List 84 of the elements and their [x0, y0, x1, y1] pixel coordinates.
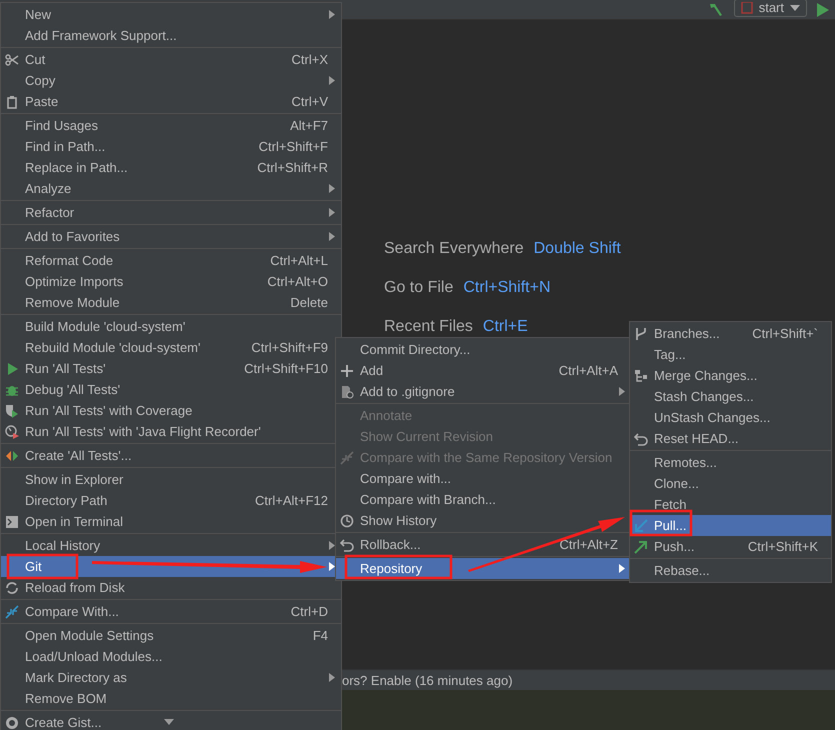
menu-item[interactable]: Remove BOM: [1, 688, 341, 709]
menu-item[interactable]: Reformat Code Ctrl+Alt+L: [1, 250, 341, 271]
scroll-down-icon[interactable]: [164, 719, 174, 725]
menu-item[interactable]: Commit Directory...: [336, 339, 631, 360]
hammer-icon[interactable]: [708, 2, 724, 16]
menu-item[interactable]: Open Module Settings F4: [1, 625, 341, 646]
menu-item[interactable]: Refactor: [1, 202, 341, 223]
menu-item[interactable]: Compare With... Ctrl+D: [1, 601, 341, 622]
branch-icon: [634, 326, 648, 340]
menu-item[interactable]: Build Module 'cloud-system': [1, 316, 341, 337]
submenu-arrow-icon: [329, 208, 335, 217]
submenu-arrow-icon: [329, 76, 335, 85]
menu-item[interactable]: Create 'All Tests'...: [1, 445, 341, 466]
compare-icon: [340, 450, 354, 464]
arrows-icon: [5, 448, 19, 462]
run-configuration-dropdown[interactable]: start: [734, 0, 807, 16]
reload-icon: [5, 580, 19, 594]
menu-item[interactable]: Reset HEAD...: [630, 428, 831, 449]
menu-item[interactable]: Tag...: [630, 344, 831, 365]
gauge-icon: [5, 424, 19, 438]
menu-item[interactable]: Cut Ctrl+X: [1, 49, 341, 70]
menu-item[interactable]: Find in Path... Ctrl+Shift+F: [1, 136, 341, 157]
menu-item[interactable]: Reload from Disk: [1, 577, 341, 598]
menu-item[interactable]: Copy: [1, 70, 341, 91]
highlight-frame: [6, 554, 78, 580]
hint-action: Recent Files: [384, 318, 473, 336]
hint-shortcut: Ctrl+Shift+N: [463, 279, 550, 297]
menu-item[interactable]: Compare with...: [336, 468, 631, 489]
menu-item[interactable]: Create Gist...: [1, 712, 341, 730]
menu-item[interactable]: Paste Ctrl+V: [1, 91, 341, 112]
menu-item[interactable]: UnStash Changes...: [630, 407, 831, 428]
file-icon: [340, 384, 354, 398]
menu-item[interactable]: Add to Favorites: [1, 226, 341, 247]
highlight-frame: [630, 510, 692, 536]
menu-item[interactable]: Pull...: [630, 515, 831, 536]
menu-item[interactable]: Analyze: [1, 178, 341, 199]
plus-icon: [340, 364, 354, 378]
menu-item[interactable]: Remotes...: [630, 452, 831, 473]
status-message: ors? Enable (16 minutes ago): [342, 672, 513, 688]
undo-icon: [634, 432, 648, 446]
menu-item[interactable]: Replace in Path... Ctrl+Shift+R: [1, 157, 341, 178]
hint-action: Search Everywhere: [384, 240, 524, 258]
dropdown-caret-icon: [790, 4, 800, 10]
submenu-arrow-icon: [619, 564, 625, 573]
run-icon[interactable]: [817, 2, 829, 16]
menu-item[interactable]: Remove Module Delete: [1, 292, 341, 313]
menu-item[interactable]: Optimize Imports Ctrl+Alt+O: [1, 271, 341, 292]
clipboard-icon: [5, 94, 19, 108]
menu-item[interactable]: Merge Changes...: [630, 365, 831, 386]
merge-icon: [634, 368, 648, 382]
terminal-icon: [5, 514, 19, 528]
submenu-arrow-icon: [329, 541, 335, 550]
menu-item[interactable]: Rebase...: [630, 560, 831, 581]
menu-item[interactable]: Branches... Ctrl+Shift+`: [630, 323, 831, 344]
menu-item[interactable]: Clone...: [630, 473, 831, 494]
menu-item[interactable]: Find Usages Alt+F7: [1, 115, 341, 136]
menu-item[interactable]: Add Framework Support...: [1, 25, 341, 46]
submenu-arrow-icon: [329, 10, 335, 19]
undo-icon: [340, 538, 354, 552]
clock-icon: [340, 514, 354, 528]
scissors-icon: [5, 52, 19, 66]
submenu-arrow-icon: [619, 387, 625, 396]
arrow-icon: [634, 540, 648, 554]
menu-item[interactable]: Load/Unload Modules...: [1, 646, 341, 667]
submenu-arrow-icon: [329, 673, 335, 682]
hint-action: Go to File: [384, 279, 454, 297]
arrow-icon: [634, 518, 648, 532]
menu-item[interactable]: Mark Directory as: [1, 667, 341, 688]
submenu-arrow-icon: [329, 184, 335, 193]
submenu-arrow-icon: [329, 562, 335, 571]
hint-shortcut: Ctrl+E: [482, 318, 528, 336]
submenu-arrow-icon: [329, 232, 335, 241]
hint-shortcut: Double Shift: [534, 240, 621, 258]
menu-item[interactable]: Push... Ctrl+Shift+K: [630, 536, 831, 557]
config-icon: [740, 2, 753, 14]
menu-item[interactable]: Stash Changes...: [630, 386, 831, 407]
menu-item[interactable]: Compare with Branch...: [336, 489, 631, 510]
menu-item[interactable]: New: [1, 4, 341, 25]
menu-item[interactable]: Fetch: [630, 494, 831, 515]
compare-icon: [5, 604, 19, 618]
menu-item[interactable]: Repository: [336, 558, 631, 579]
menu-item[interactable]: Rollback... Ctrl+Alt+Z: [336, 534, 631, 555]
run-icon: [5, 362, 19, 376]
shield-run-icon: [5, 404, 19, 418]
